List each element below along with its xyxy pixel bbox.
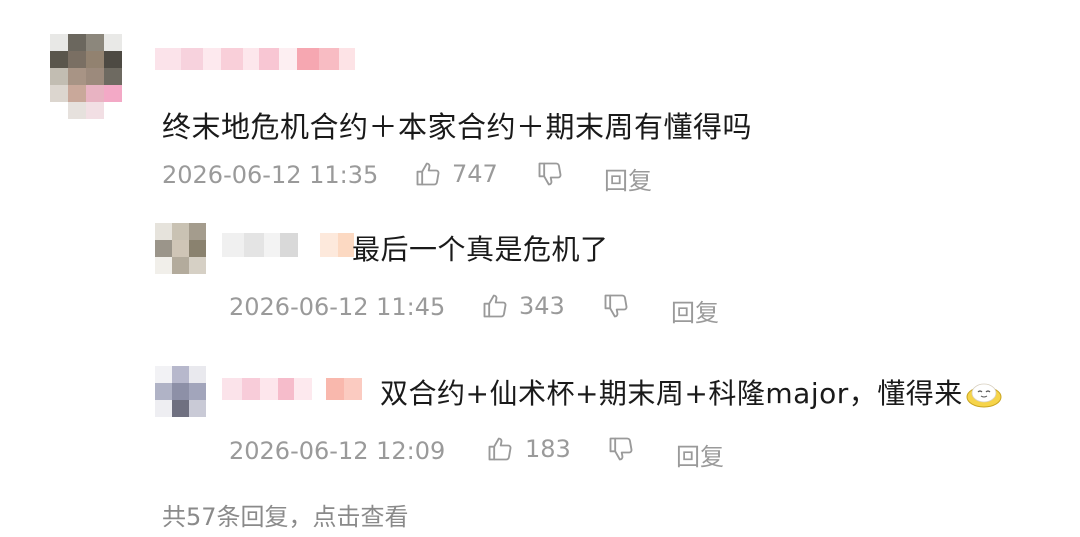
reply-2-reply-button[interactable]: 回复	[676, 437, 724, 472]
reply-1-like-count: 343	[519, 292, 565, 320]
main-comment-like-count: 747	[452, 160, 498, 188]
tearful-laugh-emoji	[964, 377, 1004, 409]
reply-2-text: 双合约+仙术杯+期末周+科隆major，懂得来	[380, 372, 1004, 412]
reply-1-reply-button[interactable]: 回复	[671, 293, 719, 328]
reply-1-timestamp: 2026-06-12 11:45	[229, 293, 446, 321]
reply-2-like-count: 183	[525, 435, 571, 463]
thumbs-up-icon[interactable]	[414, 160, 442, 188]
thumbs-down-icon[interactable]	[607, 435, 635, 463]
main-comment-timestamp: 2026-06-12 11:35	[162, 161, 379, 189]
reply-1-username[interactable]	[222, 233, 354, 257]
reply-1-text: 最后一个真是危机了	[352, 233, 609, 266]
main-comment-text: 终末地危机合约＋本家合约＋期末周有懂得吗	[162, 110, 753, 144]
main-comment-username[interactable]	[155, 48, 355, 70]
main-comment-avatar[interactable]	[50, 34, 122, 119]
thumbs-up-icon[interactable]	[486, 435, 514, 463]
view-more-replies-link[interactable]: 共57条回复，点击查看	[162, 497, 409, 532]
thumbs-up-icon[interactable]	[481, 292, 509, 320]
reply-2-username[interactable]	[222, 378, 362, 400]
reply-2-timestamp: 2026-06-12 12:09	[229, 437, 446, 465]
thumbs-down-icon[interactable]	[536, 160, 564, 188]
reply-1-avatar[interactable]	[155, 223, 206, 274]
thumbs-down-icon[interactable]	[602, 292, 630, 320]
reply-2-text-content: 双合约+仙术杯+期末周+科隆major，懂得来	[380, 377, 963, 410]
reply-2-avatar[interactable]	[155, 366, 206, 417]
main-comment-reply-button[interactable]: 回复	[604, 161, 652, 196]
